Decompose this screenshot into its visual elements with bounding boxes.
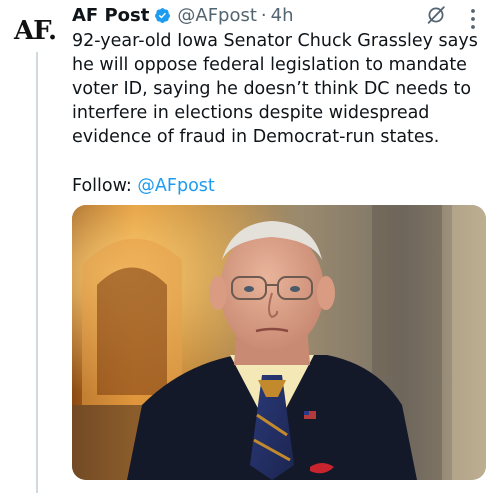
verified-badge-icon[interactable] [154, 7, 171, 24]
follow-line: Follow: @AFpost [72, 174, 215, 198]
tweet-timestamp[interactable]: 4h [271, 5, 294, 26]
follow-mention-link[interactable]: @AFpost [137, 176, 214, 196]
author-handle[interactable]: @AFpost [177, 5, 257, 26]
avatar[interactable]: AF. [14, 14, 60, 48]
tweet-photo[interactable] [72, 205, 486, 480]
more-options-icon[interactable] [470, 8, 476, 30]
grok-icon[interactable] [425, 4, 447, 26]
follow-label: Follow: [72, 176, 132, 196]
author-name[interactable]: AF Post [72, 5, 149, 26]
header-separator: · [260, 4, 267, 26]
thread-line [36, 52, 38, 493]
tweet-header: AF Post @AFpost · 4h [72, 2, 294, 28]
senator-photo [72, 205, 486, 480]
tweet-text: 92-year-old Iowa Senator Chuck Grassley … [72, 31, 478, 147]
